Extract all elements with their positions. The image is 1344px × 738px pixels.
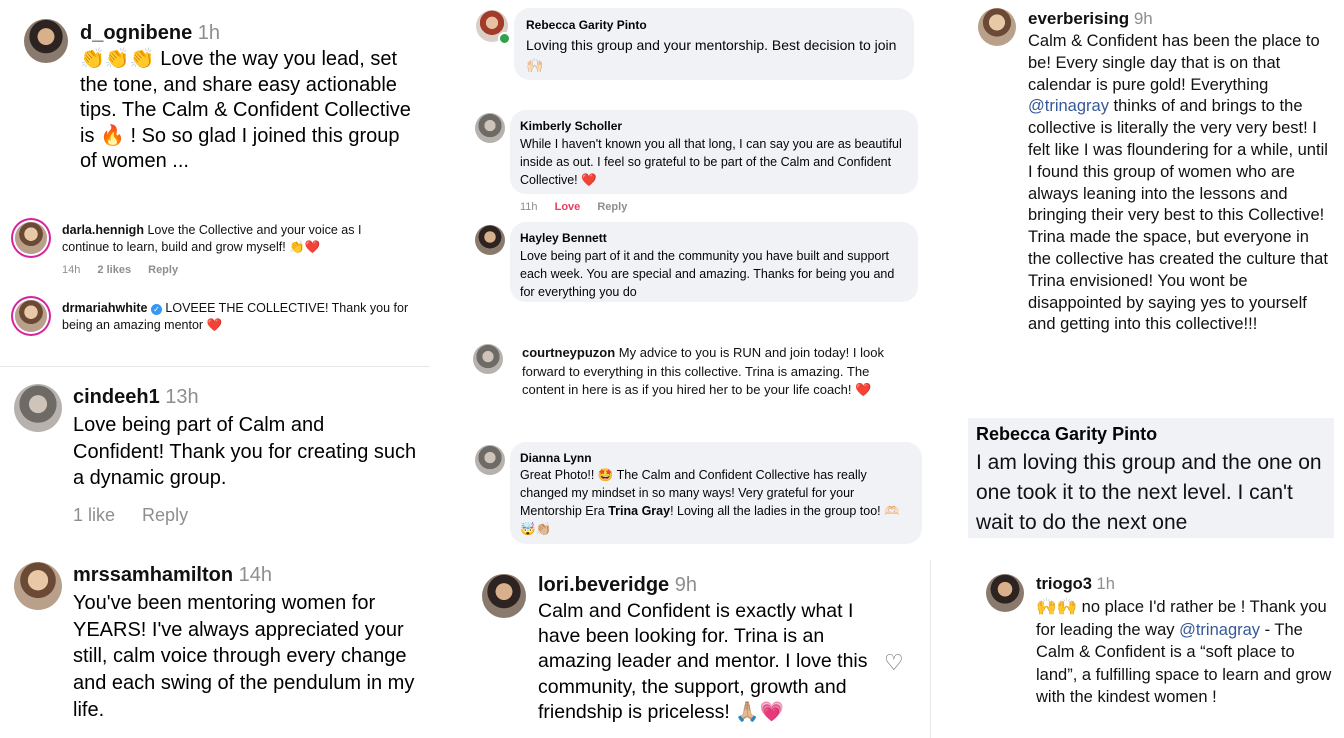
username[interactable]: courtneypuzon <box>522 345 615 360</box>
divider <box>0 366 430 367</box>
timestamp: 14h <box>62 264 81 276</box>
avatar[interactable] <box>475 225 505 255</box>
comment-darla: darla.hennigh Love the Collective and yo… <box>0 212 430 282</box>
comment-drmariahwhite: drmariahwhite ✓ LOVEEE THE COLLECTIVE! T… <box>0 292 430 342</box>
avatar[interactable] <box>473 344 503 374</box>
comment-everberising: everberising 9h Calm & Confident has bee… <box>968 0 1344 390</box>
comment-header: d_ognibene 1h <box>80 22 220 45</box>
comment-mrssamhamilton: mrssamhamilton 14h You've been mentoring… <box>0 560 430 738</box>
commenter-name[interactable]: Kimberly Scholler <box>520 119 622 133</box>
reply-button[interactable]: Reply <box>142 505 188 525</box>
likes-count[interactable]: 1 like <box>73 505 115 525</box>
comment-courtneypuzon: courtneypuzon My advice to you is RUN an… <box>470 340 920 420</box>
comment-text: Loving this group and your mentorship. B… <box>526 37 897 73</box>
comment-bubble: Hayley Bennett Love being part of it and… <box>510 222 918 302</box>
comment-text: While I haven't known you all that long,… <box>520 137 902 187</box>
comment-triogo3: triogo3 1h 🙌🙌 no place I'd rather be ! T… <box>980 568 1344 738</box>
love-reaction[interactable]: Love <box>555 201 581 213</box>
comment-text: courtneypuzon My advice to you is RUN an… <box>522 344 914 400</box>
comment-text: Calm & Confident has been the place to b… <box>1028 31 1328 336</box>
avatar[interactable] <box>24 19 68 63</box>
avatar[interactable] <box>482 574 526 618</box>
comment-meta: 14h 2 likes Reply <box>62 264 192 276</box>
username[interactable]: triogo3 <box>1036 575 1092 593</box>
comment-hayley: Hayley Bennett Love being part of it and… <box>470 220 920 304</box>
timestamp: 9h <box>1133 9 1153 28</box>
comment-dianna: Dianna Lynn Great Photo!! 🤩 The Calm and… <box>470 440 925 546</box>
heart-icon[interactable]: ♡ <box>884 650 904 676</box>
comment-text: Love being part of Calm and Confident! T… <box>73 414 417 489</box>
comment-text: Great Photo!! 🤩 The Calm and Confident C… <box>520 466 914 538</box>
comment-rebecca-quote: Rebecca Garity Pinto I am loving this gr… <box>968 418 1334 538</box>
divider <box>930 560 931 738</box>
comment-header: lori.beveridge 9h <box>538 574 697 597</box>
comment-bubble: Kimberly Scholler While I haven't known … <box>510 110 918 194</box>
avatar[interactable] <box>15 222 47 254</box>
comment-meta: 11h Love Reply <box>520 201 641 213</box>
comment-text: Love being part of it and the community … <box>520 249 895 299</box>
commenter-name[interactable]: Dianna Lynn <box>520 451 592 465</box>
timestamp: 1h <box>1096 575 1115 593</box>
avatar[interactable] <box>14 384 62 432</box>
username[interactable]: cindeeh1 <box>73 386 160 408</box>
username[interactable]: d_ognibene <box>80 22 192 44</box>
comment-text: You've been mentoring women for YEARS! I… <box>73 592 415 721</box>
comment-bubble: Rebecca Garity Pinto Loving this group a… <box>514 8 914 80</box>
mention-link[interactable]: @trinagray <box>1179 621 1260 639</box>
timestamp: 14h <box>238 564 272 586</box>
reply-button[interactable]: Reply <box>148 264 178 276</box>
verified-icon: ✓ <box>150 304 162 315</box>
comment-text: 👏👏👏 Love the way you lead, set the tone,… <box>80 48 411 172</box>
timestamp: 1h <box>197 22 221 44</box>
username[interactable]: everberising <box>1028 9 1129 28</box>
avatar[interactable] <box>978 8 1016 46</box>
avatar[interactable] <box>14 562 62 610</box>
comment-text: darla.hennigh Love the Collective and yo… <box>62 222 402 256</box>
comment-header: triogo3 1h <box>1036 575 1115 594</box>
commenter-name[interactable]: Rebecca Garity Pinto <box>976 424 1157 445</box>
avatar[interactable] <box>475 113 505 143</box>
comment-body: Calm & Confident has been the place to b… <box>1028 32 1320 94</box>
comment-lori-beveridge: lori.beveridge 9h Calm and Confident is … <box>470 566 930 738</box>
comment-text: 🙌🙌 no place I'd rather be ! Thank you fo… <box>1036 596 1336 709</box>
timestamp: 9h <box>674 574 697 596</box>
reply-button[interactable]: Reply <box>597 201 627 213</box>
online-status-icon <box>498 32 511 45</box>
comment-text: I am loving this group and the one on on… <box>976 451 1322 534</box>
commenter-name[interactable]: Hayley Bennett <box>520 231 607 245</box>
comment-rebecca-fb: Rebecca Garity Pinto Loving this group a… <box>470 6 920 86</box>
username[interactable]: drmariahwhite <box>62 301 147 315</box>
mentioned-name[interactable]: Trina Gray <box>608 504 670 518</box>
comment-cindeeh1: cindeeh1 13h Love being part of Calm and… <box>0 370 430 530</box>
likes-count[interactable]: 2 likes <box>97 264 131 276</box>
comment-meta: 1 like Reply <box>73 505 188 526</box>
comment-header: cindeeh1 13h <box>73 386 199 409</box>
comment-header: mrssamhamilton 14h <box>73 564 272 587</box>
avatar[interactable] <box>475 445 505 475</box>
comment-body-end: thinks of and brings to the collective i… <box>1028 97 1328 334</box>
username[interactable]: lori.beveridge <box>538 574 669 596</box>
commenter-name[interactable]: Rebecca Garity Pinto <box>526 18 647 32</box>
avatar[interactable] <box>15 300 47 332</box>
username[interactable]: mrssamhamilton <box>73 564 233 586</box>
comment-text: Calm and Confident is exactly what I hav… <box>538 600 868 723</box>
username[interactable]: darla.hennigh <box>62 223 144 237</box>
mention-link[interactable]: @trinagray <box>1028 97 1109 115</box>
comment-header: everberising 9h <box>1028 9 1153 29</box>
comment-kimberly: Kimberly Scholler While I haven't known … <box>470 108 920 218</box>
comment-bubble: Dianna Lynn Great Photo!! 🤩 The Calm and… <box>510 442 922 544</box>
timestamp: 11h <box>520 201 538 213</box>
timestamp: 13h <box>165 386 199 408</box>
comment-text: drmariahwhite ✓ LOVEEE THE COLLECTIVE! T… <box>62 300 422 334</box>
avatar[interactable] <box>986 574 1024 612</box>
comment-d-ognibene: d_ognibene 1h 👏👏👏 Love the way you lead,… <box>0 0 430 185</box>
